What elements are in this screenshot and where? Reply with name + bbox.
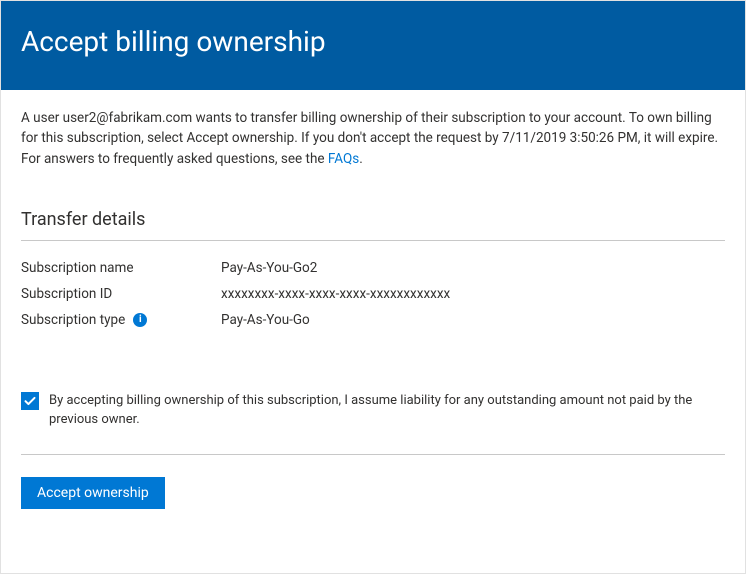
subscription-name-value: Pay-As-You-Go2 (221, 260, 317, 276)
table-row: Subscription name Pay-As-You-Go2 (21, 255, 725, 281)
subscription-id-label: Subscription ID (21, 286, 221, 302)
accept-ownership-button[interactable]: Accept ownership (21, 477, 165, 509)
transfer-details-heading: Transfer details (21, 209, 725, 241)
subscription-type-value: Pay-As-You-Go (221, 312, 310, 328)
page-title: Accept billing ownership (21, 25, 725, 58)
table-row: Subscription ID xxxxxxxx-xxxx-xxxx-xxxx-… (21, 281, 725, 307)
intro-text-before: A user user2@fabrikam.com wants to trans… (21, 110, 718, 167)
subscription-id-value: xxxxxxxx-xxxx-xxxx-xxxx-xxxxxxxxxxxx (221, 286, 450, 302)
faqs-link[interactable]: FAQs (328, 151, 359, 167)
consent-checkbox[interactable] (21, 392, 39, 410)
subscription-name-label: Subscription name (21, 260, 221, 276)
page-header: Accept billing ownership (1, 1, 745, 90)
checkmark-icon (24, 395, 36, 407)
consent-block: By accepting billing ownership of this s… (21, 391, 725, 455)
page-content: A user user2@fabrikam.com wants to trans… (1, 90, 745, 529)
subscription-type-label-text: Subscription type (21, 312, 125, 328)
table-row: Subscription type i Pay-As-You-Go (21, 307, 725, 333)
intro-paragraph: A user user2@fabrikam.com wants to trans… (21, 108, 725, 169)
transfer-details-table: Subscription name Pay-As-You-Go2 Subscri… (21, 255, 725, 333)
consent-text: By accepting billing ownership of this s… (49, 391, 725, 430)
info-icon[interactable]: i (133, 313, 147, 327)
transfer-details-section: Transfer details Subscription name Pay-A… (21, 209, 725, 333)
actions-bar: Accept ownership (21, 477, 725, 509)
intro-text-after: . (359, 151, 363, 167)
subscription-type-label: Subscription type i (21, 312, 221, 328)
consent-row[interactable]: By accepting billing ownership of this s… (21, 391, 725, 430)
